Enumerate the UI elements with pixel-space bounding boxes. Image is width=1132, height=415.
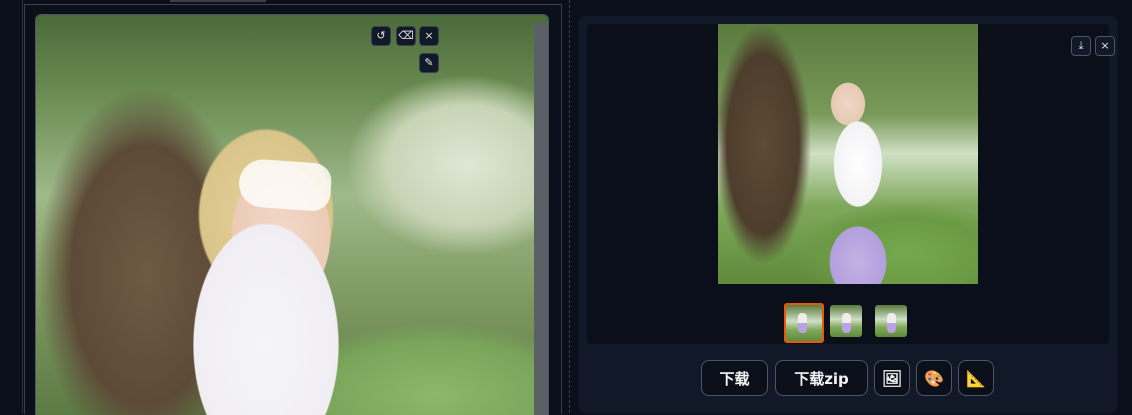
palette-icon: 🎨 xyxy=(924,369,944,388)
close-icon[interactable]: × xyxy=(1095,36,1115,56)
source-photo xyxy=(36,15,548,415)
send-to-extras-button[interactable]: 📐 xyxy=(958,360,994,396)
eraser-icon[interactable]: ⌫ xyxy=(396,26,416,46)
download-button[interactable]: 下载 xyxy=(701,360,768,396)
panel-divider xyxy=(569,0,570,413)
result-image[interactable] xyxy=(718,24,978,284)
download-zip-button[interactable]: 下载zip xyxy=(775,360,868,396)
gallery-preview: ⤓ × xyxy=(587,24,1115,344)
send-to-inpaint-button[interactable]: 🎨 xyxy=(916,360,952,396)
gallery-thumbnail-1[interactable] xyxy=(784,303,824,343)
output-gallery-panel: ⤓ × 下载 下载zip 🖼 🎨 📐 xyxy=(578,16,1118,413)
ruler-icon: 📐 xyxy=(966,369,986,388)
brush-icon[interactable]: ✎ xyxy=(419,53,439,73)
inpaint-canvas[interactable]: ↺ ⌫ × ✎ xyxy=(35,14,549,415)
left-sidebar-strip xyxy=(0,0,23,413)
canvas-scrollbar[interactable] xyxy=(534,23,548,415)
download-icon[interactable]: ⤓ xyxy=(1071,36,1091,56)
mask-brush-stroke xyxy=(237,157,333,213)
undo-icon[interactable]: ↺ xyxy=(371,26,391,46)
tab-indicator xyxy=(170,0,266,2)
close-icon[interactable]: × xyxy=(419,26,439,46)
image-icon: 🖼 xyxy=(881,369,903,388)
send-to-image-button[interactable]: 🖼 xyxy=(874,360,910,396)
gallery-thumbnail-2[interactable] xyxy=(830,305,862,337)
gallery-thumbnail-3[interactable] xyxy=(875,305,907,337)
inpaint-editor-panel: ↺ ⌫ × ✎ xyxy=(24,4,562,415)
